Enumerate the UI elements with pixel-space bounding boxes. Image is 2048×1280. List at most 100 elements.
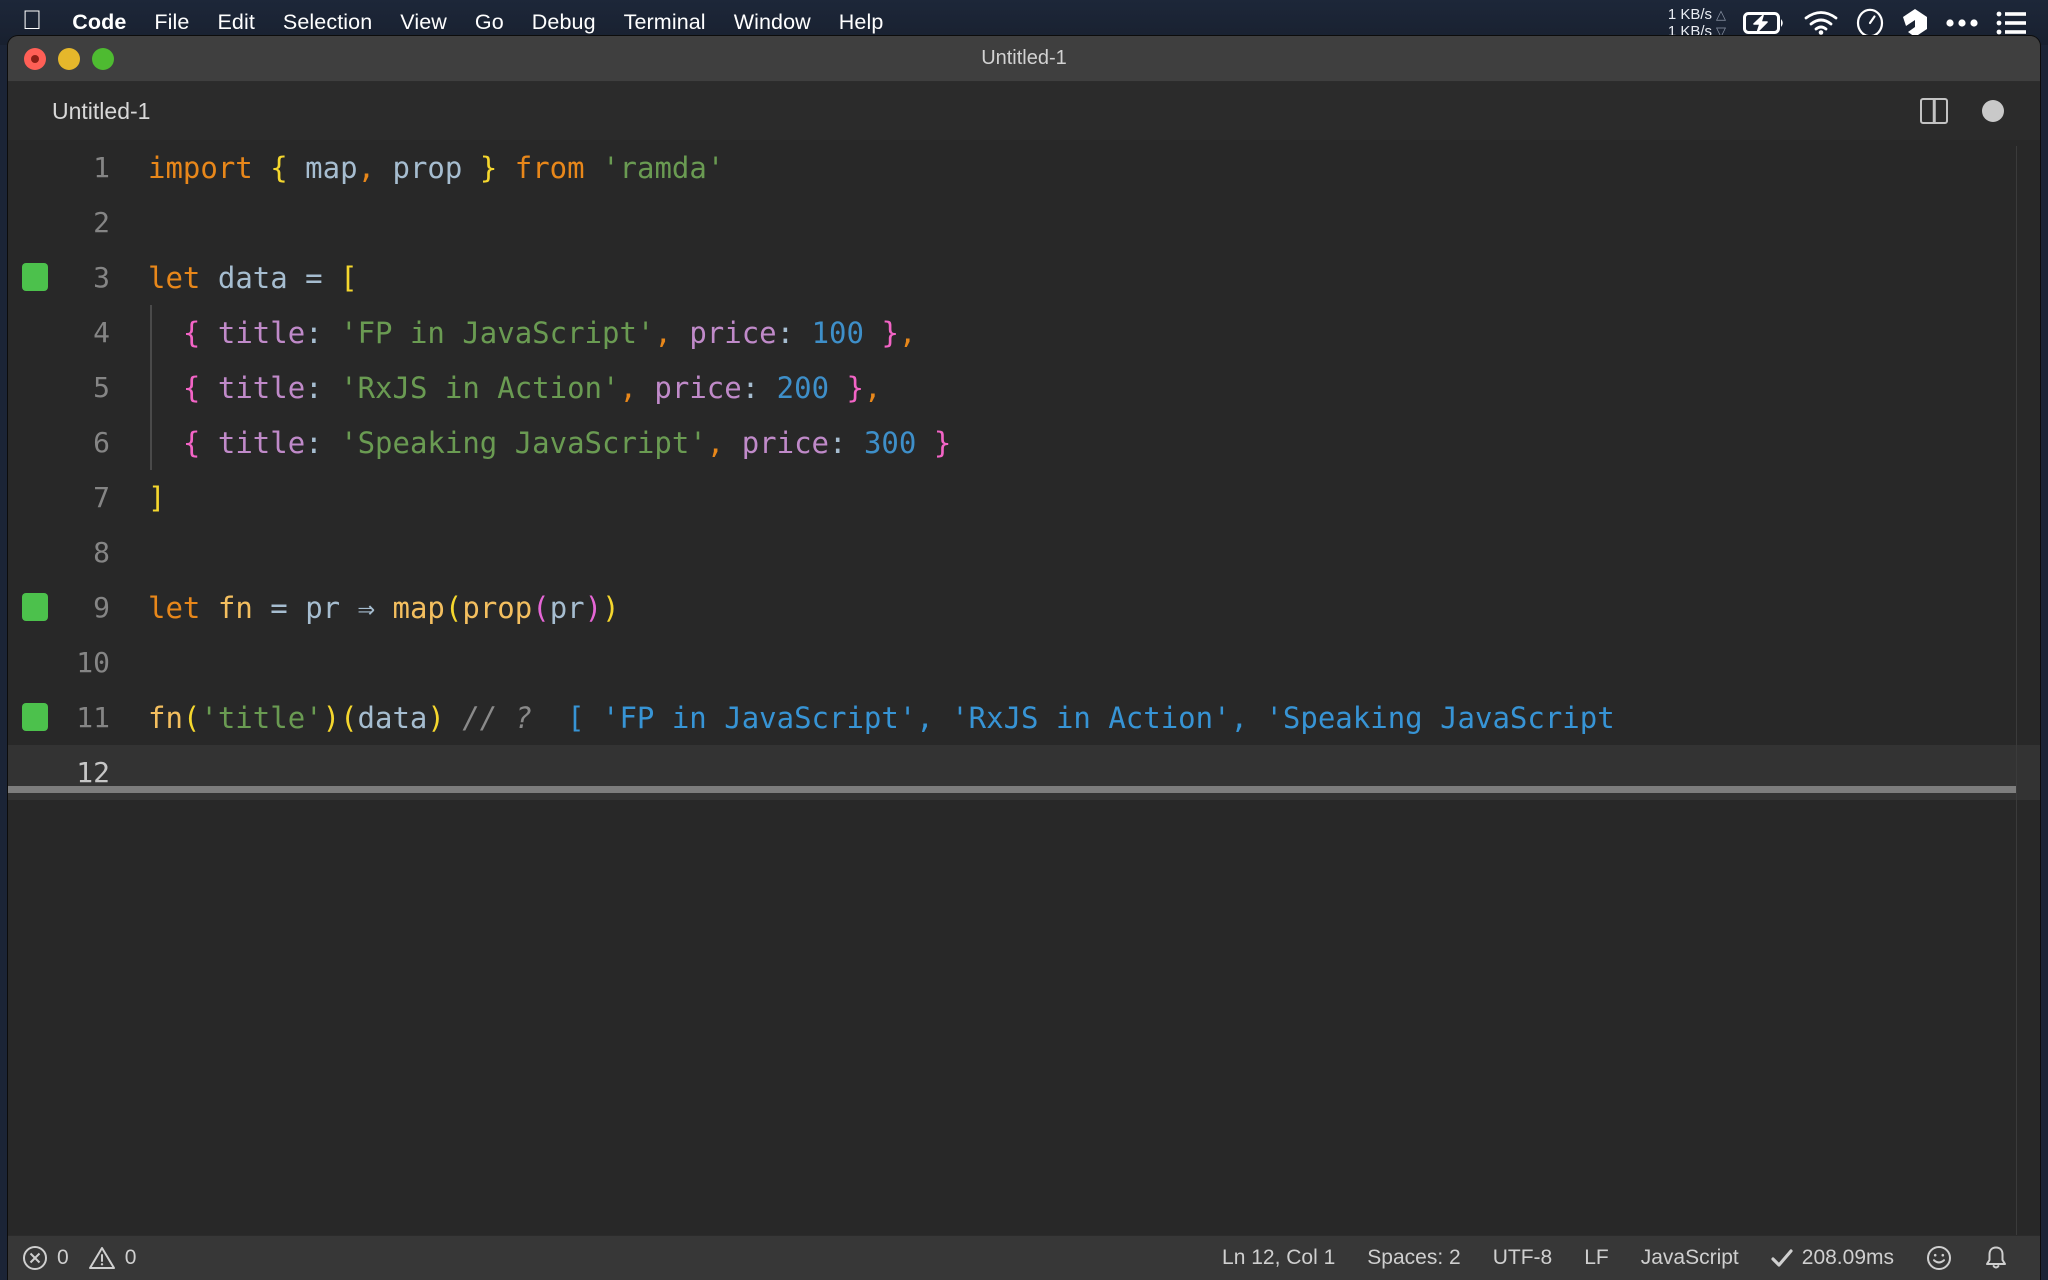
vertical-scrollbar[interactable] [2016,146,2017,1235]
feedback-button[interactable] [1910,1245,1968,1271]
menu-help[interactable]: Help [825,10,898,35]
battery-charging-icon[interactable] [1743,11,1787,35]
code-line[interactable]: 1 import { map, prop } from 'ramda' [8,140,2040,195]
unsaved-changes-icon[interactable] [1982,100,2004,122]
horizontal-scrollbar[interactable] [8,786,2016,793]
tab-untitled-1[interactable]: Untitled-1 [52,98,150,125]
code-token: 'RxJS in Action' [340,370,620,405]
window-controls [24,47,114,70]
code-token: 200 [776,370,830,405]
triangle-up-icon: △ [1716,6,1726,22]
menu-go[interactable]: Go [461,10,518,35]
indentation-status[interactable]: Spaces: 2 [1351,1246,1476,1270]
menu-selection[interactable]: Selection [269,10,386,35]
code-token: ( [340,700,358,735]
cursor-position-status[interactable]: Ln 12, Col 1 [1206,1246,1351,1270]
code-lines: 1 import { map, prop } from 'ramda' 2 3 let … [8,140,2040,800]
code-token: , [357,150,376,185]
menu-debug[interactable]: Debug [518,10,610,35]
code-token: title [217,370,306,405]
control-center-icon[interactable] [1996,11,2026,35]
menu-window[interactable]: Window [720,10,825,35]
menu-view[interactable]: View [386,10,461,35]
code-token: } [479,150,498,185]
code-line[interactable]: 2 [8,195,2040,250]
code-token: } [881,315,899,350]
code-token: prop [462,590,533,625]
code-line[interactable]: 11 fn('title')(data) // ? [ 'FP in JavaSc… [8,690,2040,745]
git-added-marker-icon [22,593,48,621]
code-token: ( [182,700,201,735]
wifi-icon[interactable] [1804,10,1838,35]
code-token: ( [444,590,463,625]
maximize-button[interactable] [92,47,114,70]
error-icon [22,1245,48,1271]
code-token: : [776,315,795,350]
code-token: : [305,370,323,405]
notifications-button[interactable] [1968,1245,2024,1271]
code-token: ( [532,590,550,625]
code-token: : [305,425,323,460]
split-editor-icon[interactable] [1920,98,1948,124]
code-line[interactable]: 7] [8,470,2040,525]
code-line[interactable]: 9 let fn = pr ⇒ map(prop(pr)) [8,580,2040,635]
run-time-status[interactable]: 208.09ms [1755,1246,1910,1270]
code-line[interactable]: 3 let data = [ [8,250,2040,305]
code-line[interactable]: 6 { title: 'Speaking JavaScript', price:… [8,415,2040,470]
git-added-marker-icon [22,263,48,291]
vscode-window: Untitled-1 Untitled-1 1 import { map, pro… [8,36,2040,1280]
window-title: Untitled-1 [981,47,1067,69]
code-token: 100 [811,315,864,350]
menu-terminal[interactable]: Terminal [610,10,720,35]
code-line[interactable]: 4 { title: 'FP in JavaScript', price: 10… [8,305,2040,360]
network-speed-indicator[interactable]: 1 KB/s △ 1 KB/s ▽ [1668,6,1726,40]
code-token: } [846,370,864,405]
menu-code[interactable]: Code [58,10,140,35]
menu-edit[interactable]: Edit [203,10,268,35]
minimize-button[interactable] [58,47,80,70]
language-mode-status[interactable]: JavaScript [1625,1246,1755,1270]
code-token: title [217,425,306,460]
code-line[interactable]: 5 { title: 'RxJS in Action', price: 200 … [8,360,2040,415]
ellipsis-icon[interactable] [1945,18,1979,28]
code-line[interactable]: 8 [8,525,2040,580]
code-token: 'FP in JavaScript' [340,315,655,350]
code-line[interactable]: 10 [8,635,2040,690]
code-token: , [706,425,725,460]
code-text: { title: 'FP in JavaScript', price: 100 … [138,316,2040,350]
code-editor[interactable]: 1 import { map, prop } from 'ramda' 2 3 let … [8,140,2040,1235]
code-token: , [898,315,917,350]
close-button[interactable] [24,47,46,70]
menu-file[interactable]: File [140,10,203,35]
code-token: ) [427,700,445,735]
code-token: { [182,425,201,460]
code-text: let fn = pr ⇒ map(prop(pr)) [138,591,2040,625]
code-token: 'title' [200,700,323,735]
code-token: prop [392,150,463,185]
code-text: fn('title')(data) // ? [ 'FP in JavaScri… [138,701,2040,735]
code-token: ) [584,590,603,625]
encoding-status[interactable]: UTF-8 [1477,1246,1569,1270]
code-text: { title: 'RxJS in Action', price: 200 }, [138,371,2040,405]
code-text: let data = [ [138,261,2040,295]
code-token: map [392,590,445,625]
clock-icon[interactable] [1855,8,1885,38]
code-token: // ? [462,700,533,735]
line-number: 6 [93,426,110,459]
dropbox-icon[interactable] [1902,8,1928,38]
error-count: 0 [57,1246,69,1269]
eol-status[interactable]: LF [1568,1246,1625,1270]
code-token: } [933,425,952,460]
status-problems[interactable]: 0 0 [22,1245,136,1271]
apple-logo-icon[interactable]:  [22,7,42,34]
code-token: [ 'FP in JavaScript', 'RxJS in Action', … [567,700,1615,735]
